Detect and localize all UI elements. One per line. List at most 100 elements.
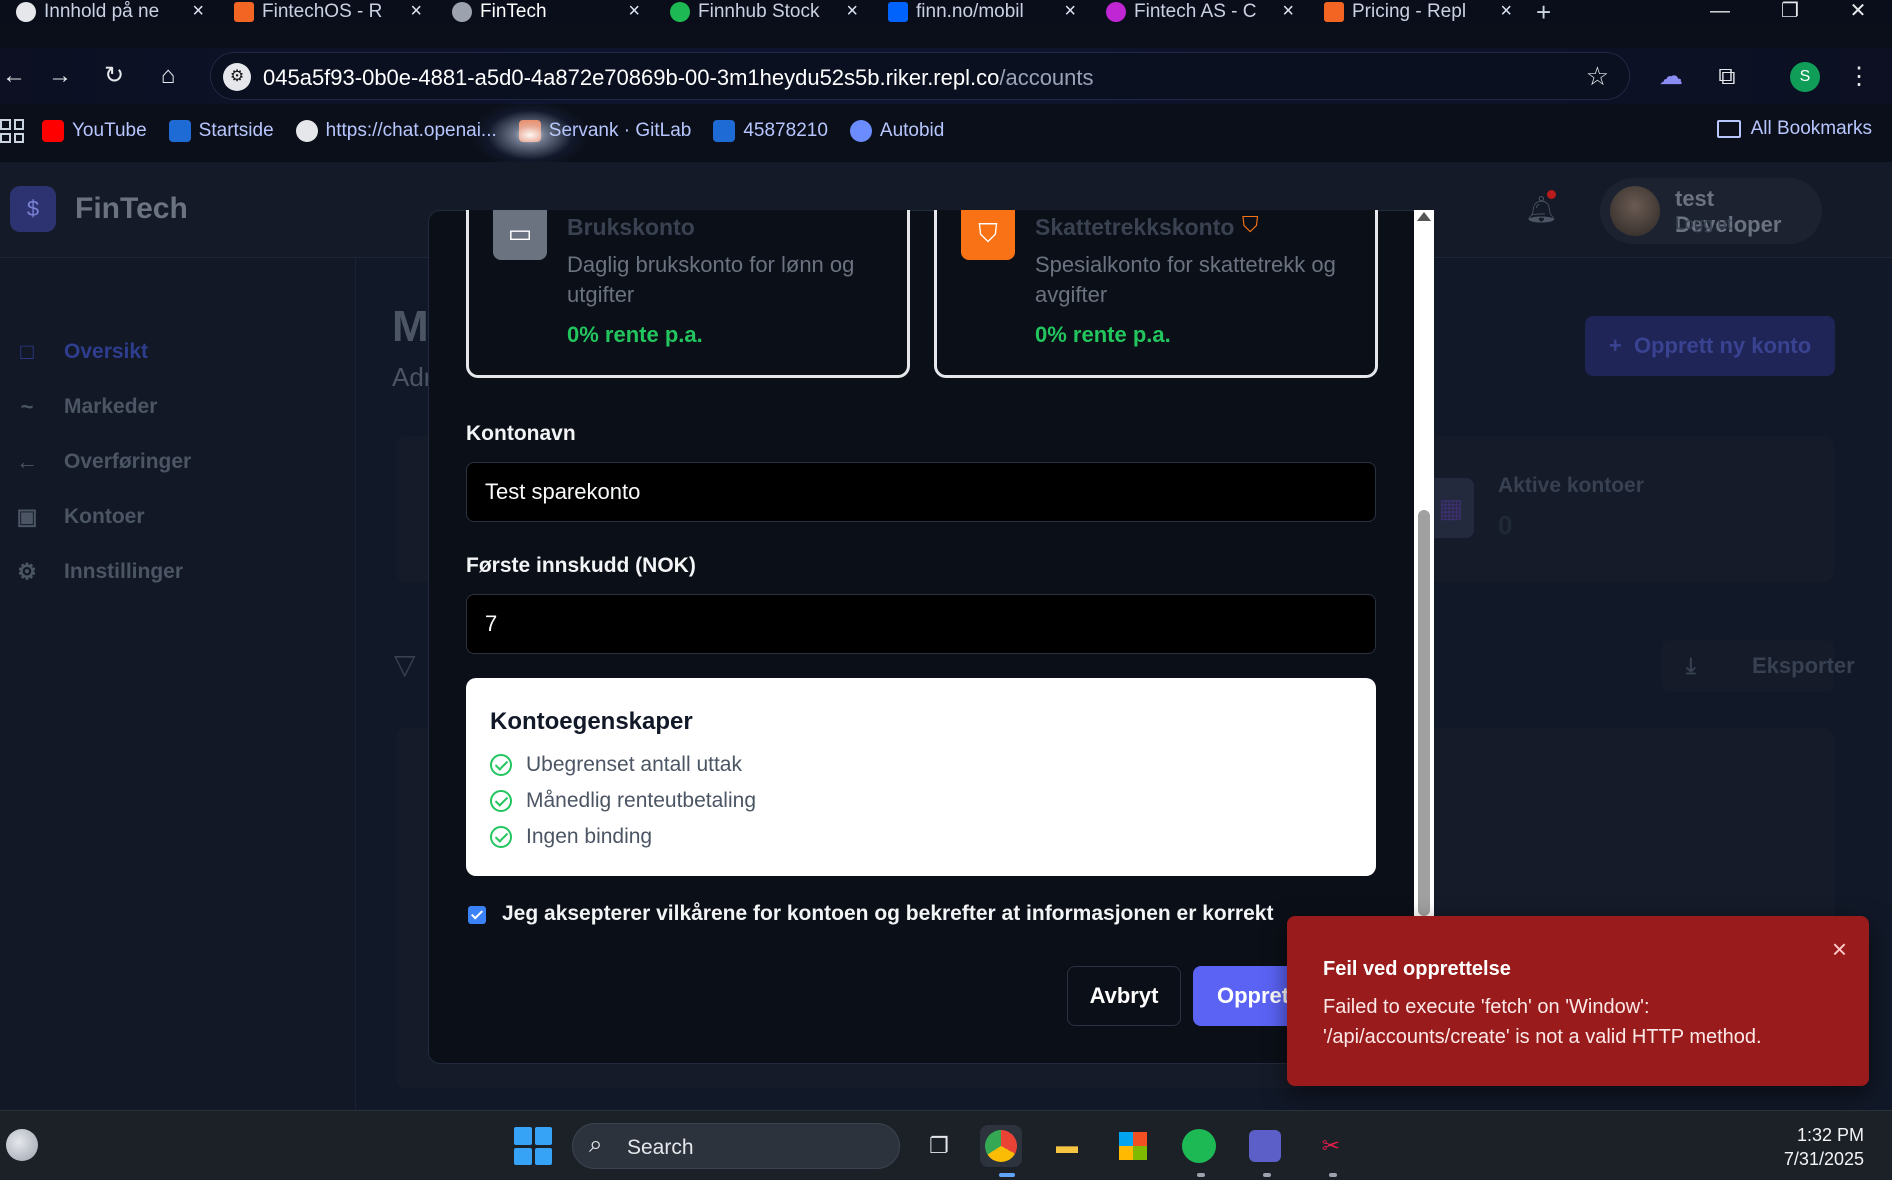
sidebar-item-innstillinger[interactable]: ⚙ Innstillinger — [14, 552, 183, 592]
browser-tab-active[interactable]: FinTech × — [436, 0, 654, 24]
new-tab-button[interactable]: + — [1536, 0, 1551, 28]
close-icon[interactable]: × — [1500, 0, 1512, 23]
bookmark-gitlab[interactable]: Servank · GitLab — [518, 120, 691, 142]
spotify-icon[interactable] — [1178, 1125, 1220, 1167]
all-bookmarks[interactable]: All Bookmarks — [1716, 118, 1872, 140]
profile-avatar[interactable]: S — [1790, 62, 1820, 92]
account-name-input[interactable]: Test sparekonto — [466, 462, 1376, 522]
grid-icon: ▦ — [1428, 478, 1474, 538]
bookmark-autobid[interactable]: Autobid — [849, 120, 944, 142]
file-explorer-icon[interactable]: ▬ — [1046, 1125, 1088, 1167]
deposit-input[interactable]: 7 — [466, 594, 1376, 654]
windows-start-icon[interactable] — [514, 1127, 552, 1165]
store-icon[interactable] — [1112, 1125, 1154, 1167]
close-icon[interactable]: × — [192, 0, 204, 23]
close-icon[interactable]: × — [846, 0, 858, 23]
sidebar-item-kontoer[interactable]: ▣ Kontoer — [14, 497, 145, 537]
bookmark-youtube[interactable]: YouTube — [42, 120, 147, 142]
clock[interactable]: 1:32 PM 7/31/2025 — [1784, 1123, 1864, 1171]
scroll-up-icon[interactable] — [1417, 212, 1431, 221]
autobid-icon — [849, 120, 872, 142]
extension-icon[interactable]: ☁ — [1654, 60, 1688, 94]
deposit-label: Første innskudd (NOK) — [466, 554, 696, 577]
browser-tab[interactable]: Finnhub Stock × — [654, 0, 872, 24]
sidebar-item-label: Innstillinger — [64, 560, 184, 583]
url-host: 045a5f93-0b0e-4881-a5d0-4a872e70869b-00-… — [263, 65, 1000, 90]
stat-label: Aktive kontoer — [1498, 474, 1644, 497]
close-icon[interactable]: × — [1064, 0, 1076, 23]
tab-strip: Innhold på ne × FintechOS - R × FinTech × F… — [0, 0, 1892, 27]
task-view-icon[interactable]: ❐ — [918, 1125, 960, 1167]
property-label: Månedlig renteutbetaling — [526, 789, 756, 812]
snipping-tool-icon[interactable]: ✂ — [1310, 1125, 1352, 1167]
replit-icon — [234, 2, 254, 22]
close-window-icon[interactable]: ✕ — [1828, 0, 1888, 24]
search-icon: ⌕ — [589, 1131, 603, 1158]
sidebar-item-label: Oversikt — [64, 340, 149, 363]
terms-label[interactable]: Jeg aksepterer vilkårene for kontoen og … — [502, 902, 1273, 926]
minimize-icon[interactable]: — — [1690, 0, 1750, 24]
puzzle-icon[interactable]: ⧉ — [1710, 60, 1744, 94]
close-icon[interactable]: × — [628, 0, 640, 23]
wallet-icon: ▣ — [16, 504, 38, 529]
avatar — [1610, 186, 1660, 236]
site-info-icon[interactable]: ⚙ — [223, 63, 251, 91]
restore-icon[interactable]: ❐ — [1760, 0, 1820, 24]
bookmark-startside[interactable]: Startside — [168, 120, 274, 142]
close-icon[interactable]: × — [410, 0, 422, 23]
account-name-label: Kontonavn — [466, 422, 576, 445]
scrollbar-thumb[interactable] — [1418, 510, 1430, 916]
teams-icon[interactable] — [1244, 1125, 1286, 1167]
tab-label: Pricing - Repl — [1352, 1, 1467, 22]
weather-icon[interactable] — [6, 1129, 38, 1161]
sidebar-item-overforinger[interactable]: ← Overføringer — [14, 442, 191, 482]
browser-tab[interactable]: Innhold på ne × — [0, 0, 218, 24]
property-item: Månedlig renteutbetaling — [490, 786, 756, 816]
bookmark-number[interactable]: 45878210 — [713, 120, 828, 142]
close-icon[interactable]: × — [1282, 0, 1294, 23]
notification-dot — [1547, 190, 1556, 199]
reload-icon[interactable]: ↻ — [100, 62, 128, 90]
address-bar[interactable]: ⚙ 045a5f93-0b0e-4881-a5d0-4a872e70869b-0… — [210, 52, 1630, 100]
close-icon[interactable]: × — [1832, 934, 1847, 965]
account-type-name: Skattetrekkskonto — [1035, 214, 1235, 240]
browser-tab[interactable]: finn.no/mobil × — [872, 0, 1090, 24]
account-type-brukskonto[interactable]: ▭ Brukskonto Daglig brukskonto for lønn … — [466, 210, 910, 378]
chatgpt-icon — [16, 2, 36, 22]
url-text[interactable]: 045a5f93-0b0e-4881-a5d0-4a872e70869b-00-… — [263, 65, 1094, 91]
terms-checkbox[interactable] — [468, 906, 486, 924]
gear-icon: ⚙ — [17, 559, 37, 584]
browser-tab[interactable]: Fintech AS - C × — [1090, 0, 1308, 24]
menu-icon[interactable]: ⋮ — [1842, 60, 1876, 94]
time-text: 1:32 PM — [1796, 1125, 1864, 1145]
browser-tab[interactable]: Pricing - Repl × — [1308, 0, 1526, 24]
app-indicator — [1197, 1173, 1205, 1177]
apps-icon[interactable] — [0, 119, 24, 143]
bookmark-chat[interactable]: https://chat.openai... — [295, 120, 497, 142]
search-label: Search — [627, 1136, 694, 1159]
account-type-skattetrekkskonto[interactable]: ⛉ Skattetrekkskonto Spesialkonto for ska… — [934, 210, 1378, 378]
bookmark-label: Startside — [198, 120, 274, 141]
user-menu[interactable]: test Developer Logg ut — [1600, 178, 1822, 244]
sidebar-item-oversikt[interactable]: □ Oversikt — [14, 332, 148, 372]
logout-link[interactable]: Logg ut — [1675, 214, 1732, 234]
taskbar-search[interactable]: ⌕ Search — [572, 1123, 900, 1169]
home-icon[interactable]: ⌂ — [154, 62, 182, 90]
browser-tab[interactable]: FintechOS - R × — [218, 0, 436, 24]
active-app-indicator — [999, 1173, 1015, 1177]
check-circle-icon — [490, 790, 512, 812]
create-account-button[interactable]: + Opprett ny konto — [1585, 316, 1835, 376]
export-button[interactable]: ⤓ Eksporter — [1662, 640, 1855, 692]
bookmark-star-icon[interactable]: ☆ — [1586, 61, 1609, 92]
chrome-icon[interactable] — [980, 1125, 1022, 1167]
cancel-button[interactable]: Avbryt — [1067, 966, 1181, 1026]
globe-icon — [452, 2, 472, 22]
forward-icon[interactable]: → — [46, 62, 74, 90]
back-icon[interactable]: ← — [0, 62, 28, 90]
filter-icon[interactable]: ▽ — [394, 648, 416, 681]
stat-value: 0 — [1498, 510, 1513, 540]
plus-icon: + — [1608, 333, 1622, 358]
account-type-rate: 0% rente p.a. — [567, 322, 703, 347]
logo-badge: $ — [10, 186, 56, 232]
sidebar-item-markeder[interactable]: ~ Markeder — [14, 387, 158, 427]
